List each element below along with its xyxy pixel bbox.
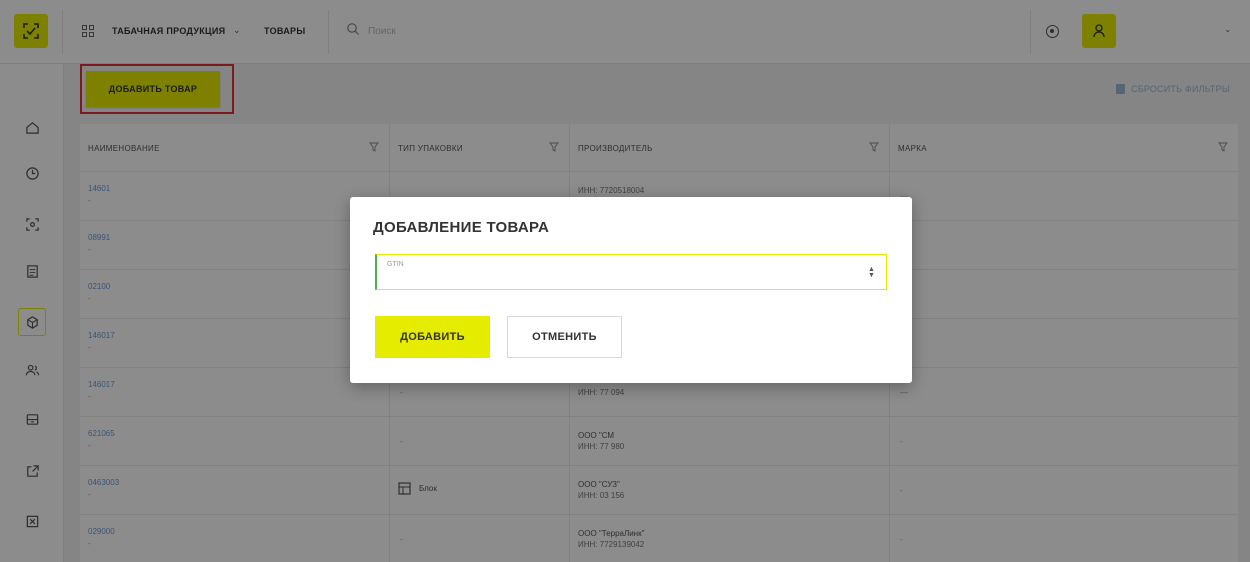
gtin-input[interactable] bbox=[387, 271, 847, 287]
dialog-title: ДОБАВЛЕНИЕ ТОВАРА bbox=[373, 219, 550, 236]
cancel-button[interactable]: ОТМЕНИТЬ bbox=[507, 316, 622, 358]
add-button[interactable]: ДОБАВИТЬ bbox=[375, 316, 490, 358]
add-product-dialog: ДОБАВЛЕНИЕ ТОВАРА GTIN ▲ ▼ ДОБАВИТЬ ОТМЕН… bbox=[350, 197, 912, 383]
gtin-label: GTIN bbox=[387, 261, 404, 268]
gtin-field[interactable]: GTIN ▲ ▼ bbox=[375, 254, 887, 290]
stepper-icon[interactable]: ▲ ▼ bbox=[867, 266, 876, 279]
